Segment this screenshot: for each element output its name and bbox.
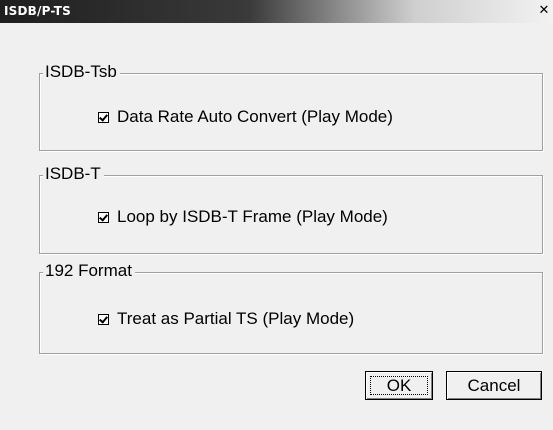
- checkbox-label: Loop by ISDB-T Frame (Play Mode): [117, 207, 388, 226]
- checkbox-label: Data Rate Auto Convert (Play Mode): [117, 107, 393, 126]
- close-icon[interactable]: ✕: [536, 3, 552, 19]
- checkbox-icon[interactable]: [98, 211, 109, 223]
- window-title: ISDB/P-TS: [4, 4, 72, 18]
- checkbox-label: Treat as Partial TS (Play Mode): [117, 309, 355, 328]
- checkbox-loop-by-isdb-t-frame[interactable]: Loop by ISDB-T Frame (Play Mode): [98, 207, 388, 227]
- group-label: ISDB-T: [43, 164, 104, 184]
- checkbox-icon[interactable]: [98, 313, 109, 325]
- focus-rect: [370, 376, 428, 395]
- checkbox-data-rate-auto-convert[interactable]: Data Rate Auto Convert (Play Mode): [98, 107, 393, 127]
- group-label: 192 Format: [43, 261, 135, 281]
- ok-button[interactable]: OK: [365, 371, 433, 400]
- checkbox-icon[interactable]: [98, 111, 109, 123]
- group-isdb-tsb: ISDB-Tsb Data Rate Auto Convert (Play Mo…: [39, 62, 543, 151]
- checkbox-treat-as-partial-ts[interactable]: Treat as Partial TS (Play Mode): [98, 309, 354, 329]
- group-192-format: 192 Format Treat as Partial TS (Play Mod…: [39, 261, 543, 354]
- cancel-button[interactable]: Cancel: [446, 371, 542, 400]
- group-isdb-t: ISDB-T Loop by ISDB-T Frame (Play Mode): [39, 164, 543, 254]
- group-label: ISDB-Tsb: [43, 62, 120, 82]
- cancel-button-label: Cancel: [467, 376, 521, 395]
- title-bar[interactable]: ISDB/P-TS ✕: [0, 0, 553, 23]
- dialog-window: ISDB/P-TS ✕ ISDB-Tsb Data Rate Auto Conv…: [0, 0, 553, 430]
